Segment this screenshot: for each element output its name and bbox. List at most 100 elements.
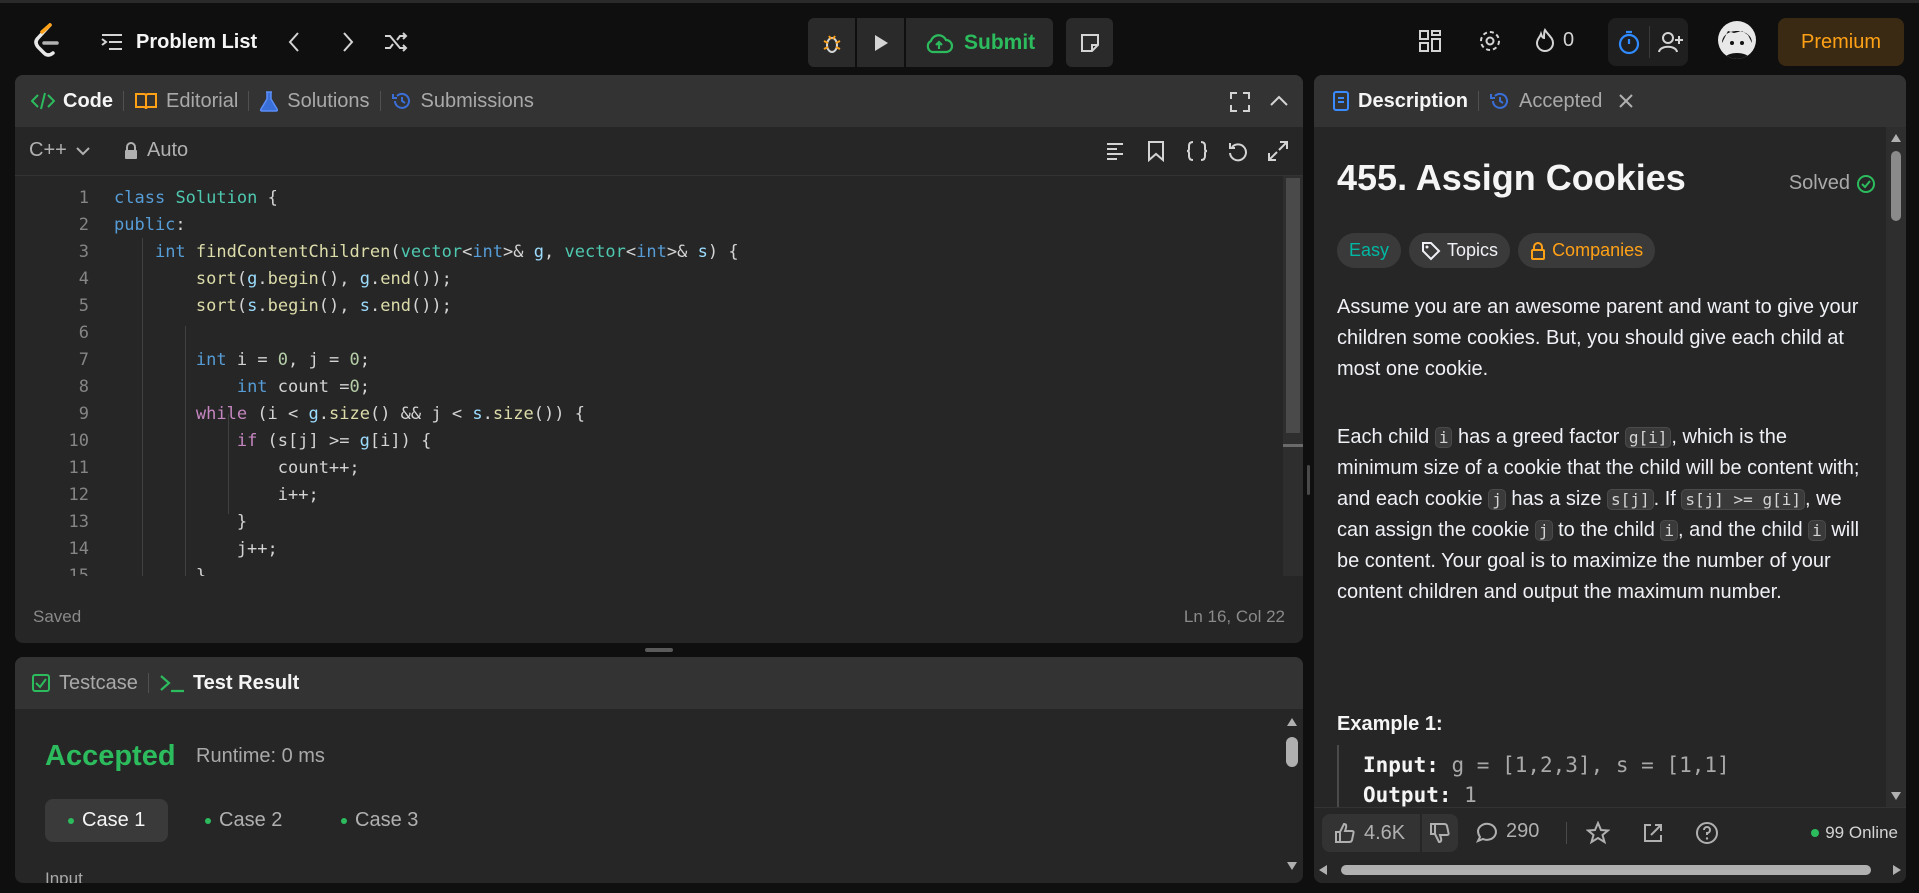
- result-scrollbar[interactable]: [1281, 709, 1303, 883]
- lock-icon: [1531, 241, 1546, 260]
- history-icon: [391, 92, 410, 109]
- collapse-chevron-icon[interactable]: [1269, 93, 1289, 107]
- like-button[interactable]: 4.6K: [1322, 814, 1420, 852]
- reset-icon[interactable]: [1227, 140, 1249, 162]
- tab-test-result[interactable]: Test Result: [149, 657, 309, 709]
- cloud-upload-icon: [926, 33, 954, 53]
- tab-submissions-label: Submissions: [420, 89, 534, 112]
- online-dot: [1811, 829, 1820, 837]
- shuffle-icon[interactable]: [383, 31, 409, 53]
- solved-indicator: Solved: [1789, 172, 1876, 195]
- example-block: Input: g = [1,2,3], s = [1,1] Output: 1: [1337, 745, 1867, 807]
- case-2-label: Case 2: [219, 809, 283, 831]
- tab-solutions[interactable]: Solutions: [249, 75, 379, 127]
- tag-icon: [1422, 241, 1441, 260]
- vertical-resize-handle[interactable]: [645, 648, 673, 652]
- result-status: Accepted: [45, 740, 176, 772]
- description-scrollbar-thumb[interactable]: [1891, 151, 1901, 221]
- streak-count: 0: [1563, 28, 1575, 51]
- help-icon[interactable]: [1695, 821, 1719, 845]
- tab-code-label: Code: [63, 89, 113, 112]
- thumbs-down-icon: [1430, 823, 1450, 844]
- expand-icon[interactable]: [1267, 140, 1289, 162]
- submit-button[interactable]: Submit: [906, 18, 1054, 67]
- comments-count: 290: [1506, 820, 1540, 842]
- editor-toolbar: C++ Auto: [15, 127, 1303, 176]
- cursor-position: Ln 16, Col 22: [1183, 607, 1285, 626]
- problem-tags: Easy Topics Companies: [1337, 233, 1656, 268]
- problem-title: 455. Assign Cookies: [1337, 157, 1686, 198]
- editor-status: Saved: [33, 607, 82, 626]
- layout-icon[interactable]: [1418, 29, 1442, 53]
- scroll-down-arrow-icon[interactable]: [1890, 791, 1902, 801]
- streak-counter[interactable]: 0: [1535, 28, 1574, 52]
- debug-button[interactable]: [808, 18, 855, 67]
- tab-code[interactable]: Code: [31, 75, 123, 127]
- problem-list-nav[interactable]: Problem List: [100, 27, 257, 57]
- book-icon: [135, 93, 157, 110]
- horizontal-resize-handle[interactable]: [1307, 465, 1310, 495]
- tab-accepted-label: Accepted: [1519, 89, 1603, 112]
- bookmark-icon[interactable]: [1147, 140, 1165, 162]
- add-friend-icon[interactable]: [1658, 30, 1684, 54]
- description-hscrollbar-thumb[interactable]: [1341, 865, 1871, 875]
- timer-icon[interactable]: [1616, 29, 1642, 55]
- tab-submissions[interactable]: Submissions: [381, 75, 544, 127]
- favorite-star-icon[interactable]: [1586, 821, 1610, 845]
- play-icon: [874, 34, 888, 51]
- avatar[interactable]: [1718, 21, 1756, 59]
- dislike-button[interactable]: [1422, 814, 1458, 852]
- code-editor[interactable]: 1 class Solution { 2 public: 3 int findCon…: [15, 176, 1283, 576]
- auto-mode-toggle[interactable]: Auto: [123, 139, 188, 162]
- leetcode-logo-icon[interactable]: [32, 23, 62, 59]
- share-icon[interactable]: [1641, 821, 1665, 845]
- tab-editorial[interactable]: Editorial: [124, 75, 248, 127]
- tab-solutions-label: Solutions: [287, 89, 370, 112]
- case-3-button[interactable]: Case 3: [318, 799, 441, 842]
- language-selector[interactable]: C++: [29, 139, 91, 162]
- topics-button[interactable]: Topics: [1409, 233, 1511, 268]
- run-button[interactable]: [857, 18, 904, 67]
- note-icon: [1080, 33, 1099, 52]
- case-1-label: Case 1: [82, 809, 146, 831]
- notes-button[interactable]: [1066, 18, 1113, 67]
- description-content: 455. Assign Cookies Solved Easy Topics C…: [1314, 127, 1886, 807]
- flame-icon: [1535, 28, 1555, 52]
- code-panel: Code Editorial Solutions Submissions C++…: [15, 75, 1303, 643]
- result-panel: Testcase Test Result Accepted Runtime: 0…: [15, 657, 1303, 883]
- close-icon[interactable]: [1618, 93, 1634, 109]
- tab-description[interactable]: Description: [1332, 75, 1478, 127]
- code-icon: [31, 92, 55, 110]
- tab-testcase[interactable]: Testcase: [31, 657, 148, 709]
- companies-button[interactable]: Companies: [1518, 233, 1656, 268]
- premium-button[interactable]: Premium: [1778, 18, 1904, 66]
- fullscreen-icon[interactable]: [1229, 91, 1251, 113]
- braces-icon[interactable]: [1185, 140, 1209, 162]
- scroll-down-arrow-icon[interactable]: [1286, 861, 1298, 871]
- submit-label: Submit: [964, 30, 1036, 54]
- scroll-up-arrow-icon[interactable]: [1286, 717, 1298, 727]
- case-2-button[interactable]: Case 2: [182, 799, 305, 842]
- case-1-button[interactable]: Case 1: [45, 799, 169, 842]
- chevron-left-icon[interactable]: [287, 31, 301, 53]
- settings-gear-icon[interactable]: [1478, 29, 1502, 53]
- scroll-up-arrow-icon[interactable]: [1890, 133, 1902, 143]
- comments-button[interactable]: 290: [1476, 820, 1539, 843]
- result-scrollbar-thumb[interactable]: [1286, 737, 1298, 767]
- chevron-right-icon[interactable]: [341, 31, 355, 53]
- description-scrollbar[interactable]: [1886, 127, 1906, 807]
- description-panel: Description Accepted 455. Assign Cookies…: [1314, 75, 1906, 883]
- language-label: C++: [29, 139, 67, 161]
- companies-label: Companies: [1552, 240, 1644, 260]
- case-3-label: Case 3: [355, 809, 419, 831]
- editor-scrollbar[interactable]: [1283, 176, 1303, 576]
- description-hscrollbar[interactable]: [1314, 857, 1906, 883]
- format-icon[interactable]: [1105, 141, 1125, 161]
- topics-label: Topics: [1447, 240, 1499, 260]
- tab-testcase-label: Testcase: [59, 671, 138, 694]
- editor-scrollbar-thumb[interactable]: [1286, 178, 1300, 433]
- tab-accepted[interactable]: Accepted: [1479, 75, 1644, 127]
- scroll-left-arrow-icon[interactable]: [1318, 864, 1328, 876]
- scroll-right-arrow-icon[interactable]: [1892, 864, 1902, 876]
- list-icon: [101, 34, 122, 50]
